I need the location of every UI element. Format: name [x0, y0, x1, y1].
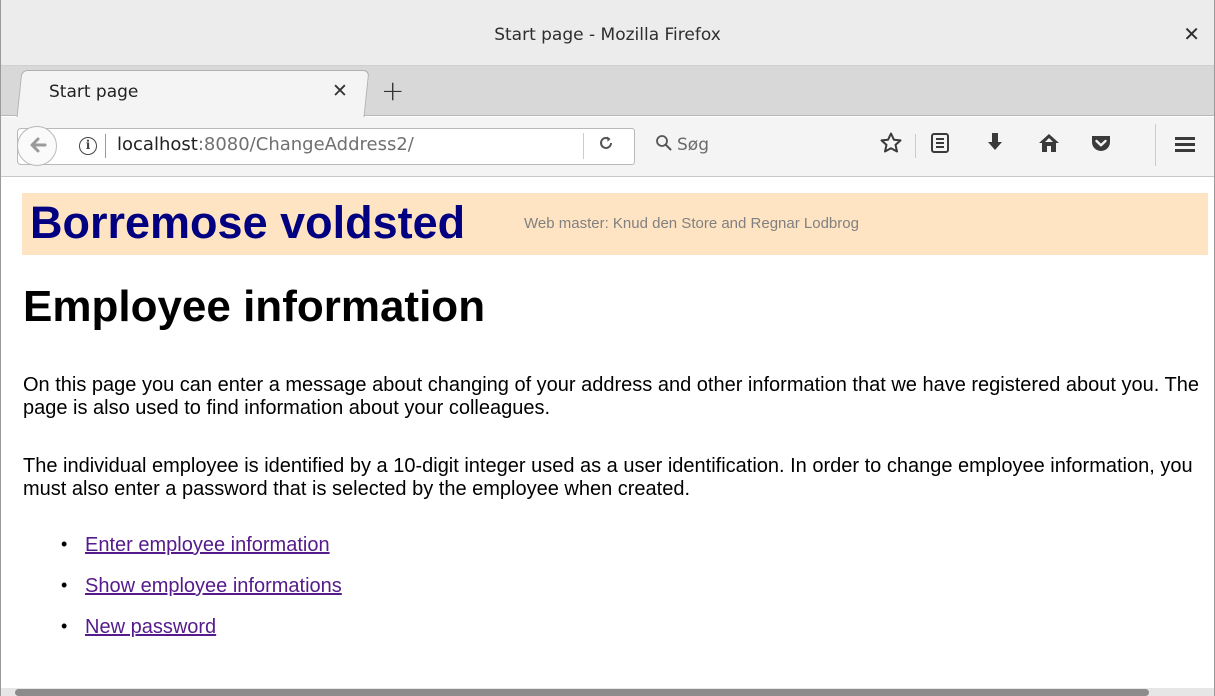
url-path: :8080/ChangeAddress2/	[197, 134, 414, 155]
horizontal-scrollbar[interactable]	[1, 688, 1214, 696]
browser-window: Start page - Mozilla Firefox ✕ Start pag…	[0, 0, 1215, 696]
intro-paragraph: On this page you can enter a message abo…	[23, 374, 1199, 419]
identification-paragraph: The individual employee is identified by…	[23, 455, 1193, 500]
url-text[interactable]: localhost:8080/ChangeAddress2/	[117, 134, 414, 155]
menu-icon[interactable]	[1175, 137, 1195, 153]
back-button[interactable]	[17, 126, 57, 166]
back-arrow-icon	[27, 134, 49, 161]
close-tab-icon[interactable]: ✕	[332, 80, 348, 102]
tab-label: Start page	[49, 82, 139, 102]
window-title: Start page - Mozilla Firefox	[494, 25, 721, 45]
search-icon	[655, 134, 672, 156]
bookmark-star-icon[interactable]	[879, 131, 903, 161]
close-window-icon[interactable]: ✕	[1183, 24, 1200, 44]
enter-employee-information-link[interactable]: Enter employee information	[85, 534, 330, 557]
pocket-icon[interactable]	[1089, 131, 1113, 161]
page-content: Borremose voldsted Web master: Knud den …	[1, 178, 1214, 688]
url-host: localhost	[117, 134, 198, 155]
page-heading: Employee information	[23, 282, 486, 331]
new-tab-button[interactable]: +	[381, 74, 404, 107]
scrollbar-thumb[interactable]	[15, 689, 1149, 696]
new-password-link[interactable]: New password	[85, 616, 216, 639]
site-info-icon[interactable]: i	[79, 137, 97, 155]
reload-icon[interactable]	[597, 134, 615, 157]
url-separator	[105, 134, 106, 158]
show-employee-informations-link[interactable]: Show employee informations	[85, 575, 342, 598]
site-webmaster: Web master: Knud den Store and Regnar Lo…	[524, 215, 859, 232]
reload-separator	[583, 133, 584, 159]
menu-separator	[1155, 124, 1156, 166]
home-icon[interactable]	[1037, 131, 1061, 161]
reading-list-icon[interactable]	[929, 131, 951, 161]
search-placeholder: Søg	[677, 135, 709, 155]
site-banner: Borremose voldsted Web master: Knud den …	[22, 193, 1208, 255]
title-bar: Start page - Mozilla Firefox ✕	[1, 0, 1214, 66]
tab-strip	[1, 66, 1214, 117]
download-icon[interactable]	[985, 131, 1005, 161]
site-title: Borremose voldsted	[30, 197, 466, 248]
toolbar-separator	[915, 134, 916, 158]
